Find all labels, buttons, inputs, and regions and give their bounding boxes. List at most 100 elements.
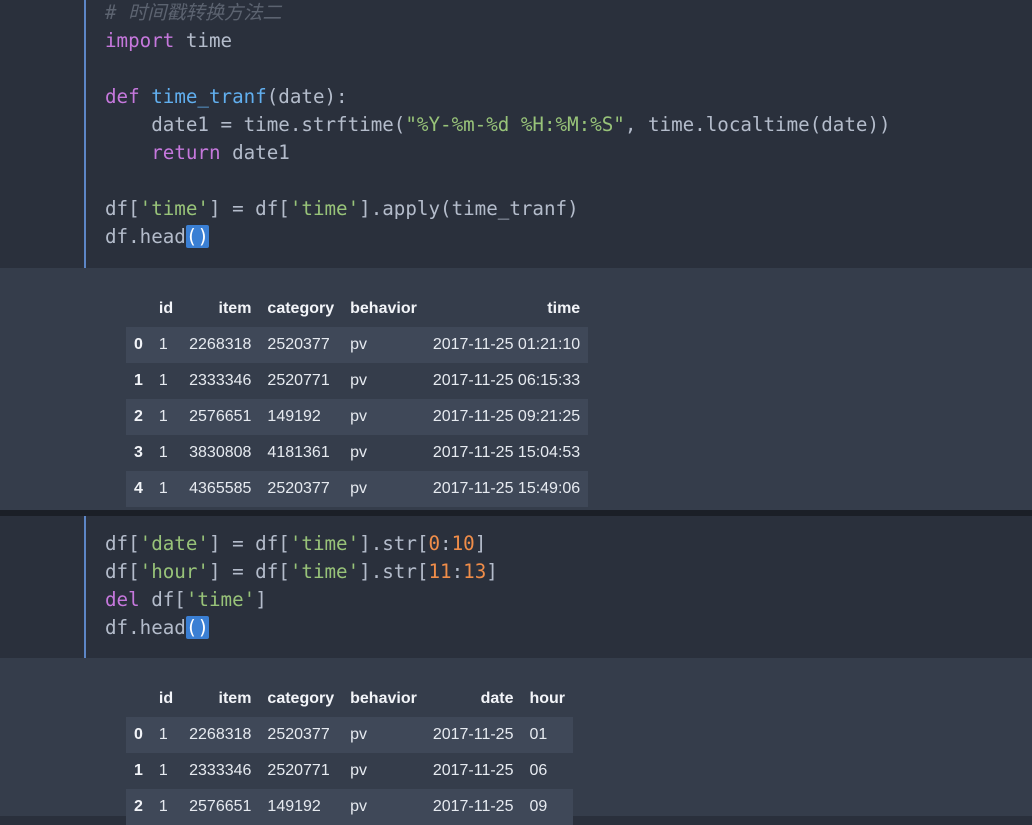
dataframe-table-1: id item category behavior time 0 1 2268318 2520… [126, 291, 589, 507]
code-token: df.head [105, 616, 186, 639]
row-index: 3 [126, 435, 151, 471]
table-cell: 2017-11-25 15:04:53 [424, 435, 589, 471]
table-cell: 2268318 [181, 327, 260, 363]
column-header: date [424, 681, 522, 717]
table-cell: 2520771 [259, 363, 343, 399]
table-header-row: id item category behavior date hour [126, 681, 574, 717]
code-token: ] = df[ [208, 532, 290, 555]
code-token: # 时间戳转换方法二 [105, 1, 282, 24]
code-token: df[ [105, 532, 140, 555]
code-cell-1[interactable]: # 时间戳转换方法二 import time def time_tranf(date… [0, 0, 1032, 268]
index-header [126, 681, 151, 717]
code-token: (date): [266, 85, 348, 108]
table-cell: 1 [150, 399, 182, 435]
code-line[interactable]: df['date'] = df['time'].str[0:10] [105, 530, 498, 558]
code-line[interactable]: # 时间戳转换方法二 [105, 0, 891, 27]
code-line[interactable] [105, 55, 891, 83]
code-line[interactable]: import time [105, 27, 891, 55]
output-area-2: id item category behavior date hour 0 1 2268318… [0, 658, 1032, 825]
column-header: time [424, 291, 589, 327]
table-cell: 1 [150, 435, 182, 471]
table-row: 1 1 2333346 2520771 pv 2017-11-25 06 [126, 753, 574, 789]
table-header-row: id item category behavior time [126, 291, 589, 327]
table-cell: pv [342, 753, 425, 789]
table-row: 0 1 2268318 2520377 pv 2017-11-25 01:21:10 [126, 327, 589, 363]
table-cell: 01 [521, 717, 574, 753]
table-cell: 2520377 [259, 717, 343, 753]
table-row: 3 1 3830808 4181361 pv 2017-11-25 15:04:53 [126, 435, 589, 471]
table-cell: 2333346 [181, 363, 260, 399]
code-token: df[ [105, 197, 140, 220]
code-editor-1[interactable]: # 时间戳转换方法二 import time def time_tranf(date… [105, 0, 891, 251]
code-token: import [105, 29, 175, 52]
table-cell: 2576651 [181, 399, 260, 435]
code-token: time_tranf [151, 85, 267, 108]
table-cell: 1 [150, 363, 182, 399]
code-token: date1 [220, 141, 290, 164]
table-cell: pv [342, 471, 425, 507]
code-token: 13 [463, 560, 487, 583]
code-token: time [174, 29, 233, 52]
row-index: 1 [126, 363, 151, 399]
code-token: 'time' [185, 588, 256, 611]
column-header: behavior [342, 681, 425, 717]
code-token: ] = df[ [208, 560, 290, 583]
table-cell: 2017-11-25 06:15:33 [424, 363, 589, 399]
code-token: df[ [105, 560, 140, 583]
code-token: ] [474, 532, 487, 555]
code-token: : [440, 532, 452, 555]
row-index: 2 [126, 789, 151, 825]
table-cell: 149192 [259, 789, 343, 825]
code-token: 'time' [289, 532, 360, 555]
code-token: df.head [105, 225, 186, 248]
table-cell: 1 [150, 753, 182, 789]
table-cell: 2576651 [181, 789, 260, 825]
table-cell: 1 [150, 717, 182, 753]
code-token: 'date' [139, 532, 209, 555]
code-cell-2[interactable]: df['date'] = df['time'].str[0:10] df['hou… [0, 516, 1032, 658]
code-line[interactable]: df.head() [105, 223, 891, 251]
row-index: 4 [126, 471, 151, 507]
table-row: 0 1 2268318 2520377 pv 2017-11-25 01 [126, 717, 574, 753]
code-line[interactable]: del df['time'] [105, 586, 498, 614]
table-row: 2 1 2576651 149192 pv 2017-11-25 09 [126, 789, 574, 825]
code-line[interactable]: df['hour'] = df['time'].str[11:13] [105, 558, 498, 586]
table-cell: 2520377 [259, 327, 343, 363]
dataframe-table-2: id item category behavior date hour 0 1 2268318… [126, 681, 574, 825]
code-token: ] [255, 588, 267, 611]
code-token: 'time' [289, 560, 360, 583]
table-row: 2 1 2576651 149192 pv 2017-11-25 09:21:25 [126, 399, 589, 435]
code-token: "%Y-%m-%d %H:%M:%S" [405, 113, 625, 136]
row-index: 0 [126, 717, 151, 753]
code-token: 'time' [139, 197, 209, 220]
table-cell: 1 [150, 789, 182, 825]
code-token: 10 [451, 532, 475, 555]
code-line[interactable] [105, 167, 891, 195]
code-line[interactable]: def time_tranf(date): [105, 83, 891, 111]
code-token: date1 = time.strftime( [105, 113, 406, 136]
table-cell: 3830808 [181, 435, 260, 471]
table-cell: pv [342, 327, 425, 363]
row-index: 0 [126, 327, 151, 363]
code-token: del [105, 588, 140, 611]
table-cell: 06 [521, 753, 574, 789]
code-token: 11 [428, 560, 452, 583]
table-cell: 149192 [259, 399, 343, 435]
table-cell: 2520771 [259, 753, 343, 789]
code-line[interactable]: return date1 [105, 139, 891, 167]
code-token: , time.localtime(date)) [624, 113, 891, 136]
column-header: hour [521, 681, 574, 717]
code-line[interactable]: df.head() [105, 614, 498, 642]
code-line[interactable]: date1 = time.strftime("%Y-%m-%d %H:%M:%S… [105, 111, 891, 139]
table-cell: 2017-11-25 [424, 717, 522, 753]
table-row: 1 1 2333346 2520771 pv 2017-11-25 06:15:33 [126, 363, 589, 399]
table-cell: pv [342, 435, 425, 471]
output-area-1: id item category behavior time 0 1 2268318 2520… [0, 268, 1032, 510]
code-line[interactable]: df['time'] = df['time'].apply(time_tranf… [105, 195, 891, 223]
table-cell: pv [342, 363, 425, 399]
code-token: 'time' [289, 197, 360, 220]
code-token: ].str[ [359, 560, 429, 583]
code-editor-2[interactable]: df['date'] = df['time'].str[0:10] df['hou… [105, 530, 498, 642]
table-cell: 1 [150, 471, 182, 507]
